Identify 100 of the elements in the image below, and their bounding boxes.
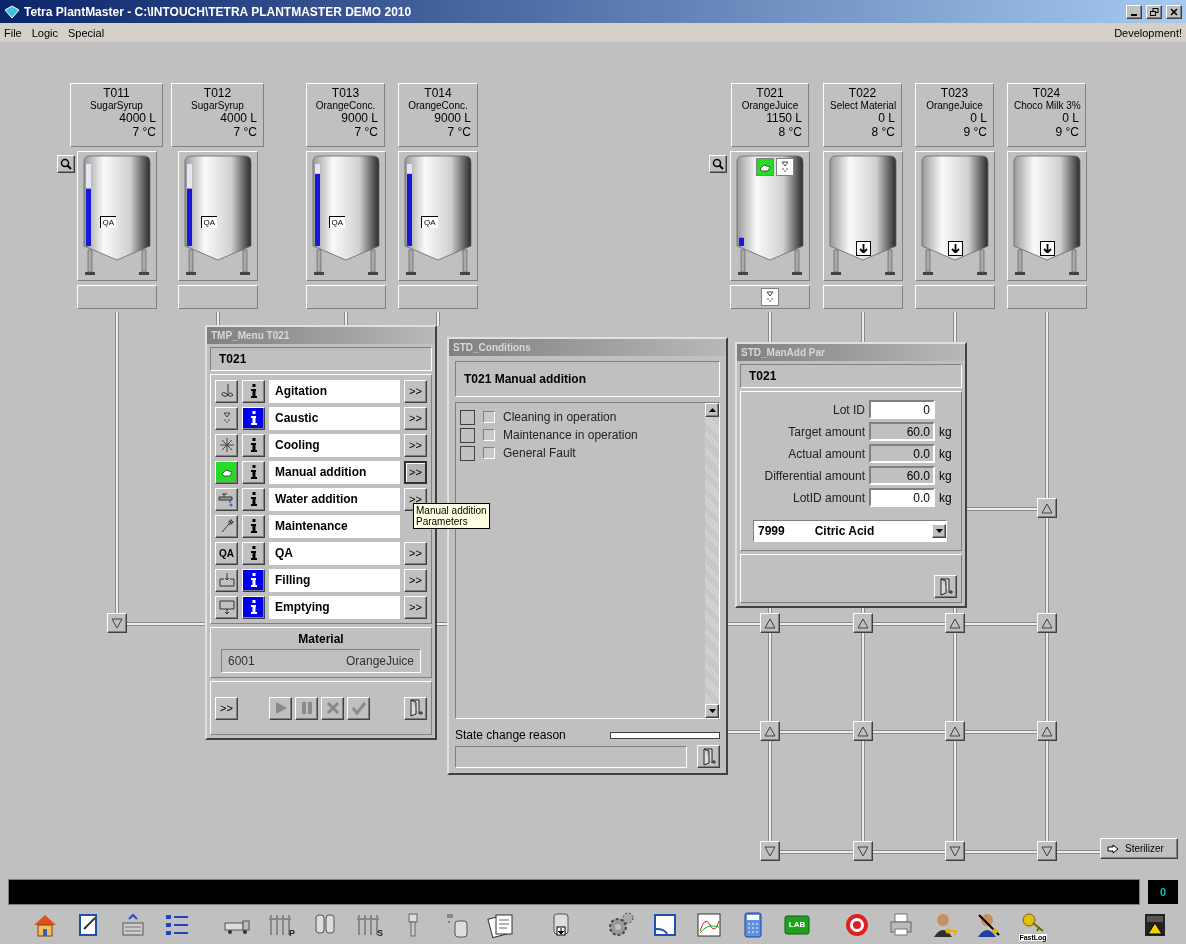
reason-field[interactable] [455,745,687,768]
caustic-icon [761,288,779,306]
triangle-icon [764,845,776,857]
caustic-button[interactable] [215,406,238,430]
qa-button[interactable]: QA [215,541,238,565]
condition-label: Cleaning in operation [503,410,617,424]
more-button[interactable]: >> [404,460,427,484]
info-button[interactable] [242,379,265,403]
app-logo-icon [4,4,20,19]
cooling-button[interactable] [215,433,238,457]
tank-panel[interactable]: QA [177,151,258,281]
restore-button[interactable] [1146,4,1162,19]
manual-addition-icon[interactable] [756,158,774,176]
filling-button[interactable] [215,568,238,592]
parameter-field[interactable]: 60.0 [869,466,935,485]
scrollbar[interactable] [705,403,719,718]
caustic-icon[interactable] [776,158,794,176]
function-label: Caustic [269,406,400,430]
more-button[interactable]: >> [404,595,427,619]
arrow-icon [1107,843,1119,854]
sterilizer-button[interactable]: Sterilizer [1100,838,1178,859]
unit-label: kg [939,446,953,461]
tank-temperature: 7 °C [232,125,257,139]
parameter-field[interactable]: 0.0 [869,488,935,507]
tank-panel[interactable]: QA [76,151,157,281]
tank-volume: 0 L [1061,111,1079,125]
valve-button[interactable] [852,841,873,861]
tank-temperature: 9 °C [1054,125,1079,139]
valve-button[interactable] [760,613,780,633]
tank-temperature: 7 °C [353,125,378,139]
tank-material: Choco Milk 3% [1014,100,1079,111]
parameter-field[interactable]: 0.0 [869,444,935,463]
info-button[interactable] [242,406,265,430]
valve-button[interactable] [760,841,780,861]
conditions-heading: T021 Manual addition [455,361,720,397]
valve-button[interactable] [1036,498,1057,518]
triangle-icon [1040,617,1053,629]
info-button[interactable] [242,568,265,592]
rack-button[interactable]: P [266,910,296,940]
more-button[interactable]: >> [404,433,427,457]
valve-button[interactable] [106,613,127,633]
checkbox[interactable] [483,411,495,423]
printer-icon [887,911,915,939]
exit-button[interactable] [404,696,427,720]
agitator-button[interactable] [215,379,238,403]
info-button[interactable] [242,595,265,619]
info-button[interactable] [242,514,265,538]
scroll-up-button[interactable] [705,403,719,417]
parameter-field[interactable]: 60.0 [869,422,935,441]
valve-button[interactable] [1036,721,1057,741]
tank-panel[interactable]: QA [398,151,478,281]
info-button[interactable] [242,460,265,484]
material-heading: Material [297,632,345,646]
info-button[interactable] [242,541,265,565]
scroll-down-button[interactable] [705,704,719,718]
info-button[interactable] [242,433,265,457]
valve-button[interactable] [1036,613,1057,633]
material-dropdown[interactable]: 7999 Citric Acid [753,520,947,542]
rack-button[interactable]: S [354,910,384,940]
valve-button[interactable] [852,721,873,741]
info-icon [249,545,258,561]
close-icon [1170,7,1178,16]
exit-button[interactable] [697,745,720,768]
menu-item[interactable]: Logic [31,26,59,39]
tank-panel[interactable]: QA [305,151,386,281]
valve-button[interactable] [944,841,965,861]
trend-button[interactable] [694,910,724,940]
manual-addition-button[interactable] [215,460,238,484]
valve-button[interactable] [1036,841,1057,861]
mode-menu-item[interactable]: Development! [1114,26,1182,39]
close-button[interactable] [1166,4,1182,19]
parameter-field[interactable]: 0 [869,400,935,419]
checkbox[interactable] [483,447,495,459]
tank-material: SugarSyrup [89,100,144,111]
valve-button[interactable] [944,613,965,633]
search-button[interactable] [709,155,727,173]
stop-icon [325,701,340,715]
more-button[interactable]: >> [404,568,427,592]
more-button[interactable]: >> [404,379,427,403]
emptying-button[interactable] [215,595,238,619]
maintenance-button[interactable] [215,514,238,538]
valve-button[interactable] [760,721,780,741]
valve-button[interactable] [944,721,965,741]
more-button[interactable]: >> [404,541,427,565]
info-button[interactable] [242,487,265,511]
exit-button[interactable] [934,575,957,598]
search-button[interactable] [57,155,75,173]
water-button[interactable] [215,487,238,511]
door-icon [407,699,424,717]
info-icon [249,383,258,399]
function-label: Agitation [269,379,400,403]
menu-item[interactable]: File [4,26,22,39]
minimize-icon [1131,13,1137,16]
checkbox[interactable] [483,429,495,441]
menu-item[interactable]: Special [68,26,105,39]
more-button[interactable]: >> [215,696,238,720]
valve-button[interactable] [852,613,873,633]
manual-addition-icon [220,466,233,478]
minimize-button[interactable] [1126,4,1142,19]
more-button[interactable]: >> [404,406,427,430]
